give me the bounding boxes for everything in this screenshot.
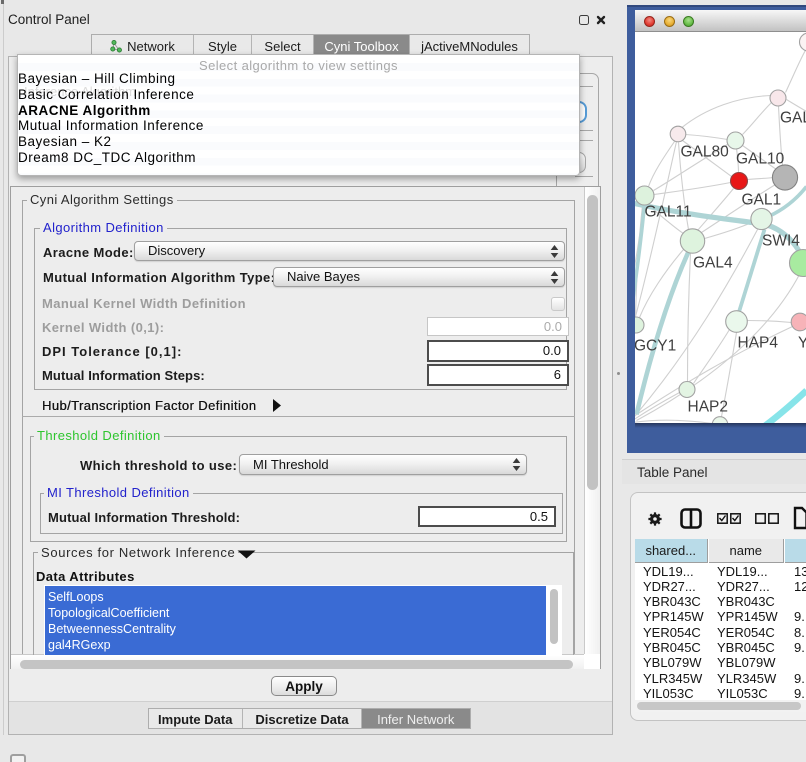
svg-text:HAP4: HAP4 [737, 334, 778, 351]
svg-text:GAL11: GAL11 [644, 203, 691, 220]
svg-text:GAL1: GAL1 [741, 191, 781, 208]
svg-text:GAL2: GAL2 [780, 109, 806, 126]
svg-text:GAL80: GAL80 [680, 143, 729, 160]
svg-text:GAL10: GAL10 [736, 150, 785, 167]
svg-text:GAL4: GAL4 [693, 254, 733, 271]
svg-text:SWI4: SWI4 [762, 232, 800, 249]
svg-text:GCY1: GCY1 [635, 337, 676, 354]
svg-text:HAP2: HAP2 [687, 398, 728, 415]
svg-text:Y: Y [798, 334, 806, 351]
